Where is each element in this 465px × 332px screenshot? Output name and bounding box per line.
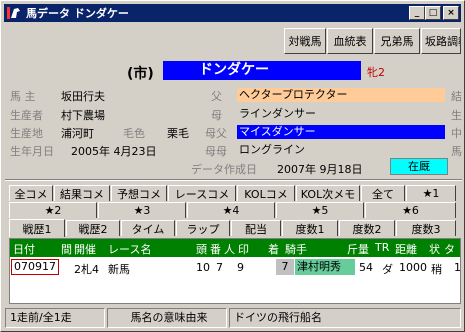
tab-prediction-comments[interactable]: 予想コメ bbox=[111, 185, 167, 201]
tab-all[interactable]: 全て bbox=[361, 185, 405, 201]
dam-dam-label: 母母 bbox=[205, 145, 227, 158]
tab-frequency-2[interactable]: 度数2 bbox=[339, 220, 395, 236]
nav-hill-training-button[interactable]: 坂路調教 bbox=[421, 28, 461, 54]
col-mark[interactable]: 印 bbox=[238, 241, 249, 257]
coat-value: 栗毛 bbox=[167, 127, 189, 140]
birthplace-label: 生産地 bbox=[10, 127, 43, 140]
col-distance[interactable]: 距離 bbox=[395, 241, 417, 257]
birthplace-value: 浦河町 bbox=[61, 127, 94, 140]
row-weight: 54 bbox=[359, 261, 373, 274]
owner-label: 馬 主 bbox=[10, 90, 36, 103]
col-finish[interactable]: 着 bbox=[268, 241, 279, 257]
col-track[interactable]: TR bbox=[375, 241, 389, 254]
dam-dam-value[interactable]: ロングライン bbox=[237, 143, 445, 157]
tab-star4[interactable]: ★4 bbox=[187, 202, 275, 218]
tab-star6[interactable]: ★6 bbox=[365, 202, 456, 218]
row-meeting: 2札4 bbox=[74, 263, 99, 276]
row-number: 7 bbox=[216, 261, 223, 274]
horse-sex-age: 牝2 bbox=[367, 66, 385, 79]
main-window: 馬データ ドンダケー _ □ × 対戦馬 血統表 兄弟馬 坂路調教 (市) ドン… bbox=[0, 0, 465, 332]
tab-lap[interactable]: ラップ bbox=[176, 220, 230, 236]
birthday-value: 2005年 4月23日 bbox=[71, 145, 157, 158]
tab-race-history-2[interactable]: 戦歴2 bbox=[66, 220, 120, 236]
status-name-meaning: ドイツの飛行船名 bbox=[229, 308, 461, 328]
tab-frequency-1[interactable]: 度数1 bbox=[282, 220, 338, 236]
tab-race-history-1[interactable]: 戦歴1 bbox=[9, 219, 65, 237]
tab-kol-comments[interactable]: KOLコメ bbox=[237, 185, 295, 201]
col-number[interactable]: 番 bbox=[210, 241, 221, 257]
col-condition[interactable]: 状 bbox=[429, 241, 440, 257]
col-interval[interactable]: 間 bbox=[61, 241, 72, 257]
created-value: 2007年 9月18日 bbox=[277, 163, 363, 176]
race-history-table[interactable]: 日付 間 開催 レース名 頭 番 人 印 着 騎手 斤量 TR 距離 状 タ 0… bbox=[9, 238, 461, 304]
cut-label-1: 結 bbox=[451, 90, 462, 103]
status-position: 1走前/全1走 bbox=[5, 308, 105, 328]
col-heads[interactable]: 頭 bbox=[196, 241, 207, 257]
row-finish: 7 bbox=[276, 259, 294, 275]
status-name-meaning-label: 馬名の意味由来 bbox=[107, 308, 227, 328]
nav-siblings-button[interactable]: 兄弟馬 bbox=[374, 28, 420, 54]
tab-payout[interactable]: 配当 bbox=[231, 220, 281, 236]
created-label: データ作成日 bbox=[191, 163, 257, 176]
breeder-value: 村下農場 bbox=[61, 109, 105, 122]
row-time: 1 bbox=[454, 261, 461, 274]
breeder-label: 生産者 bbox=[10, 109, 43, 122]
row-heads: 10 bbox=[196, 261, 210, 274]
tab-star3[interactable]: ★3 bbox=[98, 202, 186, 218]
dam-value[interactable]: ラインダンサー bbox=[237, 107, 445, 121]
maximize-button[interactable]: □ bbox=[425, 6, 441, 20]
table-row[interactable]: 070917 2札4 新馬 10 7 9 7 津村明秀 54 ダ 1000 稍 … bbox=[10, 258, 461, 276]
table-header: 日付 間 開催 レース名 頭 番 人 印 着 騎手 斤量 TR 距離 状 タ bbox=[10, 239, 460, 257]
status-badge: 在厩 bbox=[390, 158, 448, 175]
tab-result-comments[interactable]: 結果コメ bbox=[54, 185, 110, 201]
col-time[interactable]: タ bbox=[444, 241, 455, 257]
separator bbox=[5, 179, 462, 181]
title-bar[interactable]: 馬データ ドンダケー _ □ × bbox=[4, 4, 461, 22]
row-popularity: 9 bbox=[237, 261, 244, 274]
row-race-name: 新馬 bbox=[108, 263, 130, 276]
tab-star5[interactable]: ★5 bbox=[276, 202, 364, 218]
row-condition: 稍 bbox=[431, 263, 442, 276]
row-distance: 1000 bbox=[399, 261, 427, 274]
row-track: ダ bbox=[382, 263, 393, 276]
row-date: 070917 bbox=[11, 259, 59, 275]
col-weight[interactable]: 斤量 bbox=[347, 241, 369, 257]
col-date[interactable]: 日付 bbox=[13, 241, 35, 257]
row-jockey: 津村明秀 bbox=[295, 259, 355, 275]
sire-value[interactable]: ヘクタープロテクター bbox=[237, 88, 445, 102]
col-popularity[interactable]: 人 bbox=[224, 241, 235, 257]
horse-name: ドンダケー bbox=[163, 61, 361, 80]
nav-pedigree-button[interactable]: 血統表 bbox=[327, 28, 373, 54]
owner-value: 坂田行夫 bbox=[61, 90, 105, 103]
cut-label-3: 中 bbox=[451, 127, 462, 140]
tab-all-comments[interactable]: 全コメ bbox=[9, 185, 53, 201]
sire-label: 父 bbox=[211, 90, 222, 103]
cut-label-2: 生 bbox=[451, 109, 462, 122]
col-jockey[interactable]: 騎手 bbox=[285, 241, 307, 257]
app-horse-icon bbox=[6, 5, 22, 21]
tab-kol-next-memo[interactable]: KOL次メモ bbox=[296, 185, 360, 201]
dam-label: 母 bbox=[211, 109, 222, 122]
birthday-label: 生年月日 bbox=[10, 145, 54, 158]
minimize-button[interactable]: _ bbox=[409, 6, 425, 20]
tab-star1[interactable]: ★1 bbox=[406, 185, 456, 201]
tab-race-comments[interactable]: レースコメ bbox=[168, 185, 236, 201]
broodmare-sire-value[interactable]: マイスダンサー bbox=[237, 125, 445, 139]
col-meeting[interactable]: 開催 bbox=[74, 241, 96, 257]
coat-label: 毛色 bbox=[123, 127, 145, 140]
nav-opponent-button[interactable]: 対戦馬 bbox=[284, 28, 326, 54]
close-button[interactable]: × bbox=[443, 6, 459, 20]
cut-label-4: 馬 bbox=[451, 145, 462, 158]
tab-star2[interactable]: ★2 bbox=[9, 202, 97, 218]
broodmare-sire-label: 母父 bbox=[205, 127, 227, 140]
window-title: 馬データ ドンダケー bbox=[26, 7, 129, 20]
horse-prefix: (市) bbox=[127, 66, 154, 82]
tab-frequency-3[interactable]: 度数3 bbox=[396, 220, 456, 236]
col-race-name[interactable]: レース名 bbox=[108, 241, 151, 257]
tab-time[interactable]: タイム bbox=[121, 220, 175, 236]
